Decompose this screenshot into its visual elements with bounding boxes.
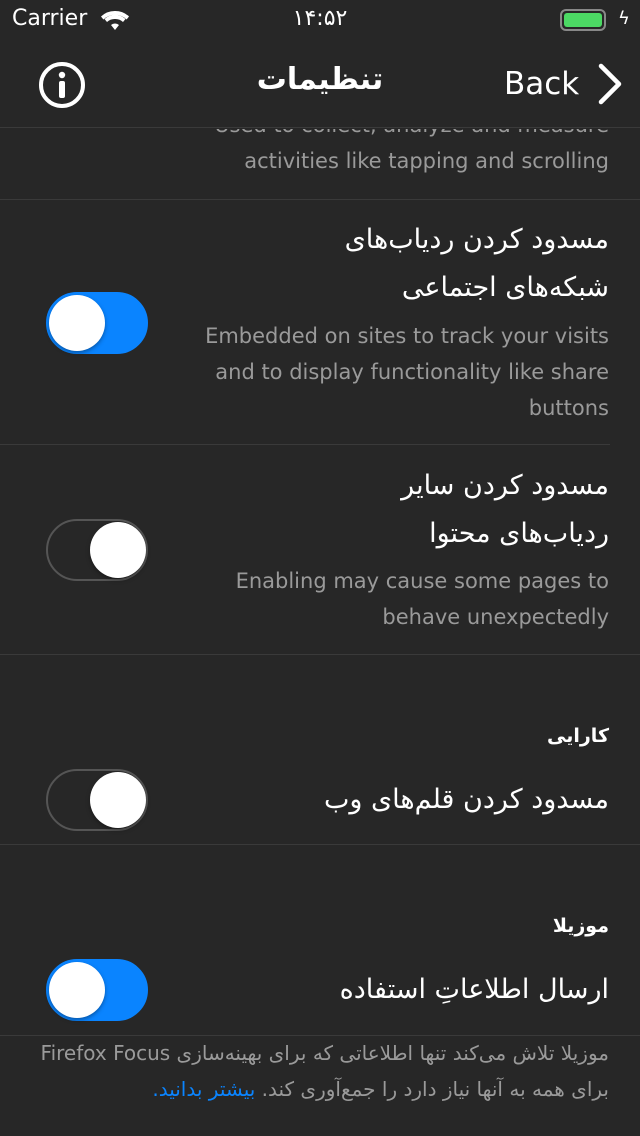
section-header-performance: کارایی (547, 725, 609, 747)
content-trackers-toggle[interactable] (46, 519, 148, 581)
send-usage-data-toggle[interactable] (46, 959, 148, 1021)
row-description: Used to collect, analyze and measureacti… (214, 129, 609, 173)
divider (0, 199, 640, 200)
settings-list[interactable]: Used to collect, analyze and measureacti… (0, 129, 640, 1136)
row-title-social-trackers: مسدود کردن ردیاب‌های شبکه‌های اجتماعی (344, 224, 609, 303)
mozilla-footer: موزیلا تلاش می‌کند تنها اطلاعاتی که برای… (40, 1041, 609, 1101)
social-trackers-toggle[interactable] (46, 292, 148, 354)
charging-icon: ϟ (618, 8, 630, 29)
web-fonts-toggle[interactable] (46, 769, 148, 831)
row-title-web-fonts: مسدود کردن قلم‌های وب (323, 784, 609, 815)
battery-icon (560, 9, 606, 31)
row-description: Enabling may cause some pages to behave u… (235, 569, 609, 629)
row-title-send-usage-data: ارسال اطلاعاتِ استفاده (339, 974, 609, 1005)
divider (0, 844, 640, 845)
divider (0, 444, 610, 445)
back-button[interactable]: Back (504, 62, 623, 106)
row-description: Embedded on sites to track your visits an… (205, 324, 609, 420)
divider (0, 654, 640, 655)
status-bar: Carrier ۱۴:۵۲ ϟ (0, 0, 640, 40)
nav-bar: تنظیمات Back (0, 40, 640, 128)
chevron-right-icon (599, 63, 622, 105)
clock: ۱۴:۵۲ (292, 6, 348, 31)
row-title-content-trackers: مسدود کردن سایر ردیاب‌های محتوا (401, 470, 609, 549)
back-label: Back (504, 66, 580, 102)
learn-more-link[interactable]: بیشتر بدانید. (152, 1077, 255, 1101)
section-header-mozilla: موزیلا (552, 915, 609, 937)
